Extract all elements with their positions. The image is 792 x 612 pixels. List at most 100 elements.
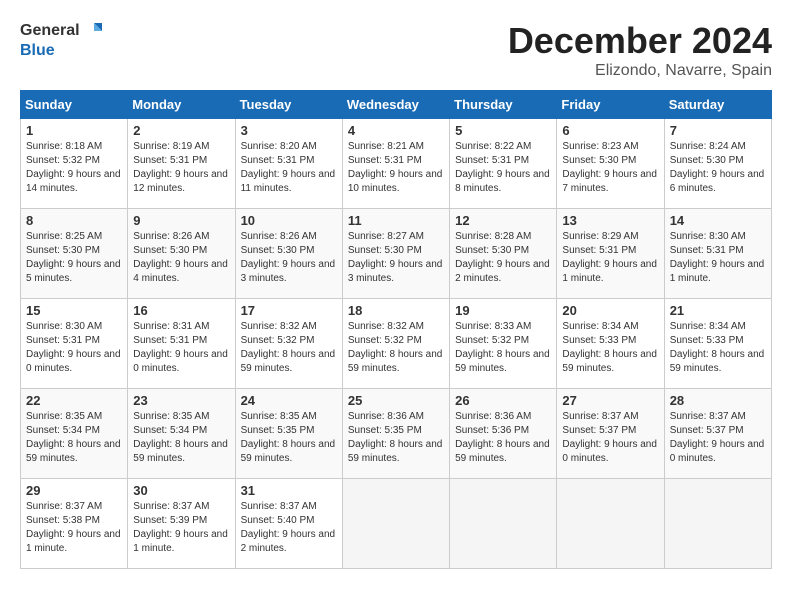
calendar-cell: 30 Sunrise: 8:37 AM Sunset: 5:39 PM Dayl… [128,479,235,569]
calendar-cell: 14 Sunrise: 8:30 AM Sunset: 5:31 PM Dayl… [664,209,771,299]
day-number: 22 [26,393,122,408]
day-number: 18 [348,303,444,318]
calendar-cell: 1 Sunrise: 8:18 AM Sunset: 5:32 PM Dayli… [21,119,128,209]
calendar-cell: 25 Sunrise: 8:36 AM Sunset: 5:35 PM Dayl… [342,389,449,479]
day-number: 29 [26,483,122,498]
day-number: 21 [670,303,766,318]
day-info: Sunrise: 8:36 AM Sunset: 5:35 PM Dayligh… [348,410,444,466]
day-number: 24 [241,393,337,408]
calendar-cell: 3 Sunrise: 8:20 AM Sunset: 5:31 PM Dayli… [235,119,342,209]
day-info: Sunrise: 8:19 AM Sunset: 5:31 PM Dayligh… [133,140,229,196]
day-info: Sunrise: 8:22 AM Sunset: 5:31 PM Dayligh… [455,140,551,196]
calendar-cell: 19 Sunrise: 8:33 AM Sunset: 5:32 PM Dayl… [450,299,557,389]
calendar-cell: 16 Sunrise: 8:31 AM Sunset: 5:31 PM Dayl… [128,299,235,389]
day-info: Sunrise: 8:37 AM Sunset: 5:39 PM Dayligh… [133,500,229,556]
day-number: 9 [133,213,229,228]
col-saturday: Saturday [664,91,771,119]
calendar-cell: 24 Sunrise: 8:35 AM Sunset: 5:35 PM Dayl… [235,389,342,479]
calendar-cell [342,479,449,569]
day-number: 15 [26,303,122,318]
calendar-table: Sunday Monday Tuesday Wednesday Thursday… [20,90,772,569]
day-info: Sunrise: 8:28 AM Sunset: 5:30 PM Dayligh… [455,230,551,286]
calendar-week-2: 8 Sunrise: 8:25 AM Sunset: 5:30 PM Dayli… [21,209,772,299]
calendar-cell: 4 Sunrise: 8:21 AM Sunset: 5:31 PM Dayli… [342,119,449,209]
day-info: Sunrise: 8:20 AM Sunset: 5:31 PM Dayligh… [241,140,337,196]
calendar-cell: 12 Sunrise: 8:28 AM Sunset: 5:30 PM Dayl… [450,209,557,299]
calendar-cell: 29 Sunrise: 8:37 AM Sunset: 5:38 PM Dayl… [21,479,128,569]
calendar-cell [450,479,557,569]
calendar-cell: 20 Sunrise: 8:34 AM Sunset: 5:33 PM Dayl… [557,299,664,389]
month-title: December 2024 [508,20,772,62]
day-number: 1 [26,123,122,138]
day-info: Sunrise: 8:37 AM Sunset: 5:37 PM Dayligh… [670,410,766,466]
day-number: 6 [562,123,658,138]
calendar-week-5: 29 Sunrise: 8:37 AM Sunset: 5:38 PM Dayl… [21,479,772,569]
day-info: Sunrise: 8:18 AM Sunset: 5:32 PM Dayligh… [26,140,122,196]
day-info: Sunrise: 8:26 AM Sunset: 5:30 PM Dayligh… [241,230,337,286]
day-number: 19 [455,303,551,318]
calendar-week-1: 1 Sunrise: 8:18 AM Sunset: 5:32 PM Dayli… [21,119,772,209]
day-number: 20 [562,303,658,318]
col-tuesday: Tuesday [235,91,342,119]
day-number: 4 [348,123,444,138]
day-info: Sunrise: 8:25 AM Sunset: 5:30 PM Dayligh… [26,230,122,286]
day-info: Sunrise: 8:33 AM Sunset: 5:32 PM Dayligh… [455,320,551,376]
day-number: 28 [670,393,766,408]
location-title: Elizondo, Navarre, Spain [508,62,772,80]
col-thursday: Thursday [450,91,557,119]
day-number: 31 [241,483,337,498]
calendar-cell: 28 Sunrise: 8:37 AM Sunset: 5:37 PM Dayl… [664,389,771,479]
calendar-cell: 2 Sunrise: 8:19 AM Sunset: 5:31 PM Dayli… [128,119,235,209]
col-friday: Friday [557,91,664,119]
calendar-cell: 8 Sunrise: 8:25 AM Sunset: 5:30 PM Dayli… [21,209,128,299]
day-info: Sunrise: 8:23 AM Sunset: 5:30 PM Dayligh… [562,140,658,196]
calendar-cell: 5 Sunrise: 8:22 AM Sunset: 5:31 PM Dayli… [450,119,557,209]
calendar-cell: 15 Sunrise: 8:30 AM Sunset: 5:31 PM Dayl… [21,299,128,389]
col-sunday: Sunday [21,91,128,119]
day-info: Sunrise: 8:32 AM Sunset: 5:32 PM Dayligh… [348,320,444,376]
day-number: 7 [670,123,766,138]
day-info: Sunrise: 8:35 AM Sunset: 5:34 PM Dayligh… [133,410,229,466]
day-info: Sunrise: 8:29 AM Sunset: 5:31 PM Dayligh… [562,230,658,286]
calendar-cell [557,479,664,569]
logo: General Blue [20,20,104,60]
calendar-cell: 18 Sunrise: 8:32 AM Sunset: 5:32 PM Dayl… [342,299,449,389]
day-info: Sunrise: 8:35 AM Sunset: 5:34 PM Dayligh… [26,410,122,466]
calendar-cell: 6 Sunrise: 8:23 AM Sunset: 5:30 PM Dayli… [557,119,664,209]
day-info: Sunrise: 8:36 AM Sunset: 5:36 PM Dayligh… [455,410,551,466]
calendar-cell: 11 Sunrise: 8:27 AM Sunset: 5:30 PM Dayl… [342,209,449,299]
day-number: 12 [455,213,551,228]
calendar-cell: 10 Sunrise: 8:26 AM Sunset: 5:30 PM Dayl… [235,209,342,299]
title-section: December 2024 Elizondo, Navarre, Spain [508,20,772,80]
calendar-cell: 23 Sunrise: 8:35 AM Sunset: 5:34 PM Dayl… [128,389,235,479]
day-number: 5 [455,123,551,138]
day-number: 13 [562,213,658,228]
day-info: Sunrise: 8:34 AM Sunset: 5:33 PM Dayligh… [670,320,766,376]
calendar-cell: 17 Sunrise: 8:32 AM Sunset: 5:32 PM Dayl… [235,299,342,389]
day-info: Sunrise: 8:21 AM Sunset: 5:31 PM Dayligh… [348,140,444,196]
day-number: 8 [26,213,122,228]
calendar-cell: 9 Sunrise: 8:26 AM Sunset: 5:30 PM Dayli… [128,209,235,299]
calendar-cell: 26 Sunrise: 8:36 AM Sunset: 5:36 PM Dayl… [450,389,557,479]
day-number: 10 [241,213,337,228]
calendar-cell: 31 Sunrise: 8:37 AM Sunset: 5:40 PM Dayl… [235,479,342,569]
col-monday: Monday [128,91,235,119]
day-number: 30 [133,483,229,498]
calendar-cell: 27 Sunrise: 8:37 AM Sunset: 5:37 PM Dayl… [557,389,664,479]
day-info: Sunrise: 8:24 AM Sunset: 5:30 PM Dayligh… [670,140,766,196]
day-number: 2 [133,123,229,138]
calendar-cell: 13 Sunrise: 8:29 AM Sunset: 5:31 PM Dayl… [557,209,664,299]
day-info: Sunrise: 8:37 AM Sunset: 5:38 PM Dayligh… [26,500,122,556]
day-number: 3 [241,123,337,138]
day-info: Sunrise: 8:26 AM Sunset: 5:30 PM Dayligh… [133,230,229,286]
day-number: 14 [670,213,766,228]
day-info: Sunrise: 8:27 AM Sunset: 5:30 PM Dayligh… [348,230,444,286]
calendar-week-3: 15 Sunrise: 8:30 AM Sunset: 5:31 PM Dayl… [21,299,772,389]
calendar-cell: 21 Sunrise: 8:34 AM Sunset: 5:33 PM Dayl… [664,299,771,389]
header: General Blue December 2024 Elizondo, Nav… [20,20,772,80]
day-number: 11 [348,213,444,228]
day-number: 17 [241,303,337,318]
day-number: 16 [133,303,229,318]
calendar-cell: 22 Sunrise: 8:35 AM Sunset: 5:34 PM Dayl… [21,389,128,479]
day-info: Sunrise: 8:30 AM Sunset: 5:31 PM Dayligh… [670,230,766,286]
